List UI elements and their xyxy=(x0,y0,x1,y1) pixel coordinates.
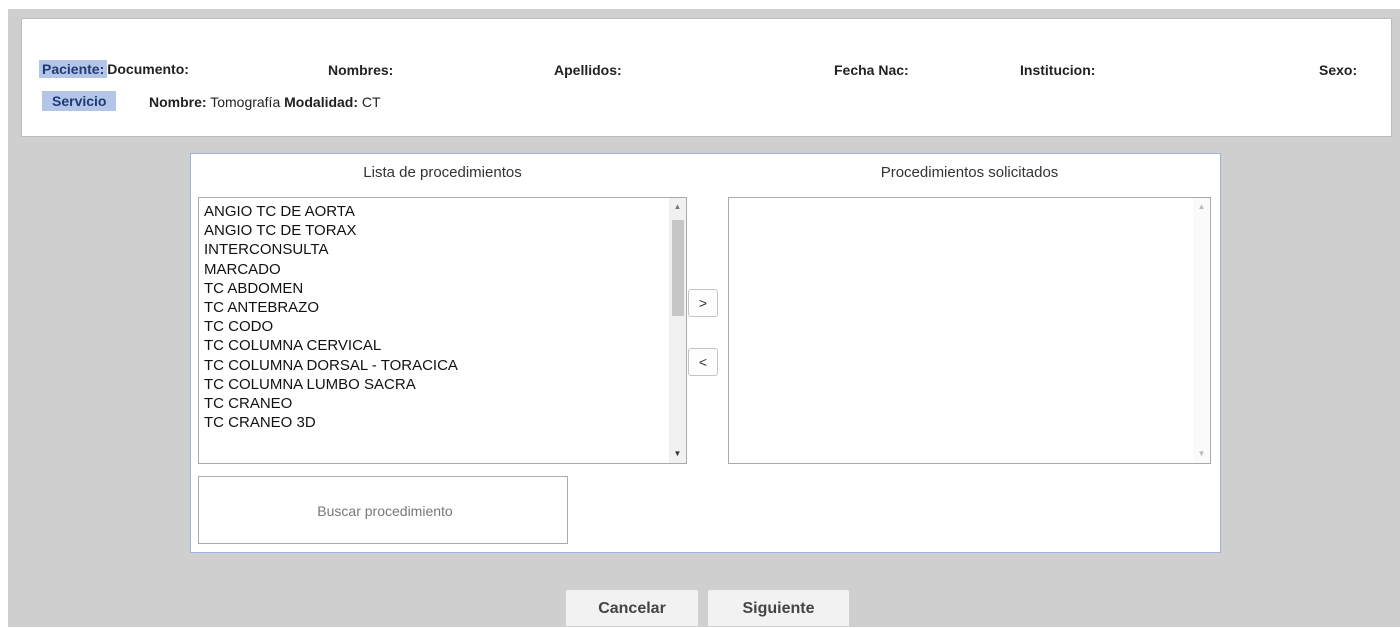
modalidad-label: Modalidad: xyxy=(284,94,359,110)
servicio-label: Servicio xyxy=(42,91,117,111)
selected-list-title: Procedimientos solicitados xyxy=(880,164,1059,181)
list-item[interactable]: TC COLUMNA DORSAL - TORACICA xyxy=(204,356,458,375)
sexo-label: Sexo: xyxy=(1319,62,1358,78)
list-item[interactable]: TC CRANEO xyxy=(204,394,458,413)
servicio-nombre-label: Nombre: xyxy=(149,94,207,110)
list-item[interactable]: ANGIO TC DE TORAX xyxy=(204,221,458,240)
list-item[interactable]: TC COLUMNA LUMBO SACRA xyxy=(204,375,458,394)
scrollbar-thumb[interactable] xyxy=(672,220,684,316)
remove-procedure-button[interactable]: < xyxy=(688,348,718,376)
available-procedures-list[interactable]: ANGIO TC DE AORTA ANGIO TC DE TORAX INTERC… xyxy=(198,197,687,464)
available-items: ANGIO TC DE AORTA ANGIO TC DE TORAX INTERC… xyxy=(204,202,458,432)
documento-label: Documento: xyxy=(107,61,189,77)
modalidad-value: CT xyxy=(361,94,381,110)
cancel-button[interactable]: Cancelar xyxy=(565,589,699,627)
servicio-row: Servicio xyxy=(42,91,117,111)
list-item[interactable]: TC ABDOMEN xyxy=(204,279,458,298)
patient-header: Paciente: Documento: Nombres: Apellidos: … xyxy=(21,18,1392,137)
patient-label-row: Paciente: Documento: xyxy=(39,60,189,78)
list-item[interactable]: TC CODO xyxy=(204,317,458,336)
servicio-details: Nombre: Tomografía Modalidad: CT xyxy=(149,94,381,110)
available-list-title: Lista de procedimientos xyxy=(363,164,522,181)
selected-procedures-list[interactable]: ▲ ▼ xyxy=(728,197,1211,464)
servicio-nombre-value: Tomografía xyxy=(210,94,281,110)
add-procedure-button[interactable]: > xyxy=(688,289,718,317)
app-background: Paciente: Documento: Nombres: Apellidos: … xyxy=(8,9,1400,627)
patient-label: Paciente: xyxy=(39,60,108,78)
scroll-up-icon[interactable]: ▲ xyxy=(669,200,686,214)
scroll-down-icon[interactable]: ▼ xyxy=(669,447,686,461)
institucion-label: Institucion: xyxy=(1020,62,1096,78)
list-item[interactable]: MARCADO xyxy=(204,260,458,279)
search-input[interactable] xyxy=(199,477,571,545)
nombres-label: Nombres: xyxy=(328,62,394,78)
list-item[interactable]: TC CRANEO 3D xyxy=(204,413,458,432)
procedure-panel: Lista de procedimientos Procedimientos s… xyxy=(190,153,1221,553)
fecha-nac-label: Fecha Nac: xyxy=(834,62,909,78)
apellidos-label: Apellidos: xyxy=(554,62,622,78)
list-item[interactable]: ANGIO TC DE AORTA xyxy=(204,202,458,221)
scroll-down-icon[interactable]: ▼ xyxy=(1193,447,1210,461)
next-button[interactable]: Siguiente xyxy=(707,589,850,627)
list-item[interactable]: TC ANTEBRAZO xyxy=(204,298,458,317)
list-item[interactable]: INTERCONSULTA xyxy=(204,240,458,259)
scroll-up-icon[interactable]: ▲ xyxy=(1193,200,1210,214)
search-procedure-field[interactable] xyxy=(198,476,571,545)
list-item[interactable]: TC COLUMNA CERVICAL xyxy=(204,336,458,355)
selected-scrollbar[interactable]: ▲ ▼ xyxy=(1193,198,1210,463)
available-scrollbar[interactable]: ▲ ▼ xyxy=(669,198,686,463)
